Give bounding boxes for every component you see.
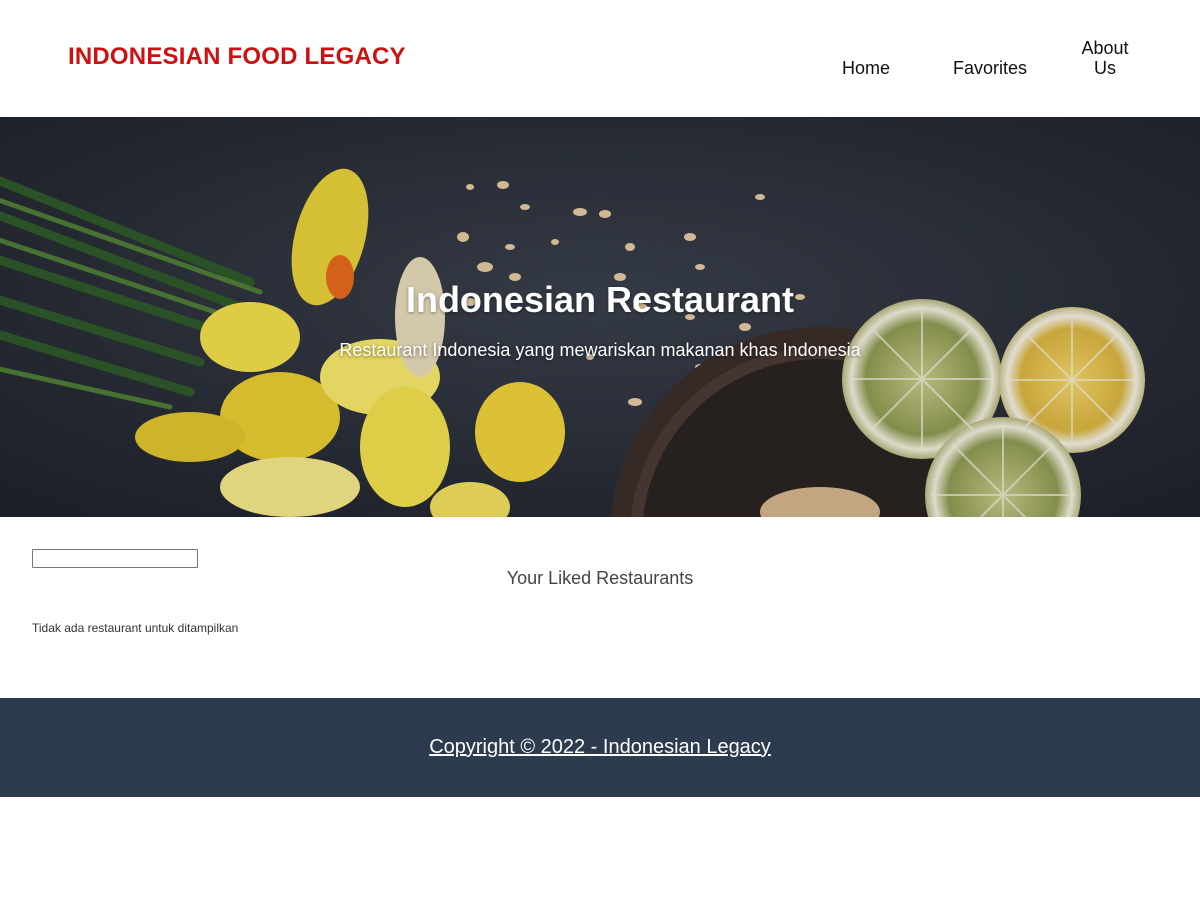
nav-link-about-us[interactable]: About Us: [1080, 38, 1130, 78]
brand-logo-link[interactable]: INDONESIAN FOOD LEGACY: [68, 43, 406, 71]
nav-link-home[interactable]: Home: [841, 58, 891, 78]
hero-title: Indonesian Restaurant: [405, 279, 795, 320]
hero-subtitle: Restaurant Indonesia yang mewariskan mak…: [339, 340, 861, 360]
site-footer: Copyright © 2022 - Indonesian Legacy: [0, 698, 1200, 797]
nav-link-favorites[interactable]: Favorites: [950, 58, 1030, 78]
favorites-section: Your Liked Restaurants Tidak ada restaur…: [0, 517, 1200, 698]
section-title: Your Liked Restaurants: [506, 568, 694, 588]
footer-copyright-link[interactable]: Copyright © 2022 - Indonesian Legacy: [0, 736, 1200, 759]
empty-state-message: Tidak ada restaurant untuk ditampilkan: [32, 621, 239, 635]
search-input[interactable]: [32, 549, 198, 568]
hero-banner: Indonesian Restaurant Restaurant Indones…: [0, 117, 1200, 517]
site-header: INDONESIAN FOOD LEGACY Home Favorites Ab…: [0, 0, 1200, 117]
